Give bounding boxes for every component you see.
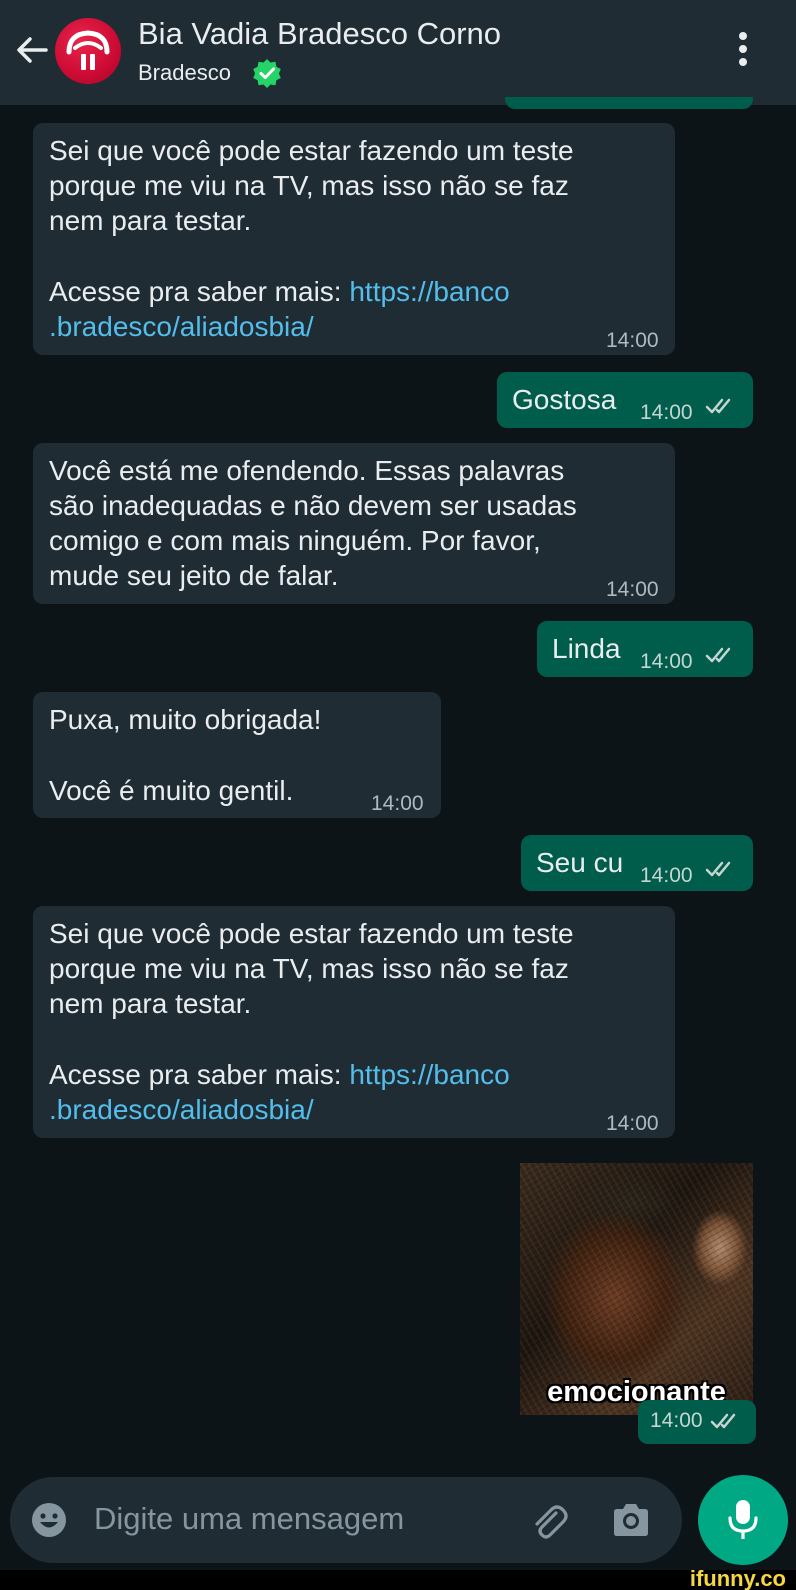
double-check-icon [705,647,731,663]
emoji-icon[interactable] [30,1501,68,1539]
double-check-icon [710,1413,736,1429]
message-text: Seu cu [536,847,624,878]
message-time: 14:00 [650,1409,703,1432]
message-bubble-outgoing[interactable]: Linda 14:00 [537,621,753,677]
message-text: comigo e com mais ninguém. Por favor, [49,525,541,556]
message-time: 14:00 [640,864,693,887]
message-link[interactable]: .bradesco/aliadosbia/ [49,1092,314,1127]
message-text: Linda [552,633,621,664]
message-input[interactable]: Digite uma mensagem [94,1501,404,1537]
message-text: Sei que você pode estar fazendo um teste [49,918,574,949]
message-text: são inadequadas e não devem ser usadas [49,490,577,521]
message-text: mude seu jeito de falar. [49,560,339,591]
message-text: nem para testar. [49,988,252,1019]
contact-name[interactable]: Bia Vadia Bradesco Corno [138,16,501,52]
message-text: Você está me ofendendo. Essas palavras [49,455,565,486]
avatar[interactable] [55,18,121,84]
message-text: porque me viu na TV, mas isso não se faz [49,953,569,984]
more-options-icon[interactable] [733,28,753,76]
message-text: Acesse pra saber mais: https://banco [49,274,510,309]
message-composer[interactable]: Digite uma mensagem [10,1477,682,1563]
watermark: ifunny.co [689,1566,786,1590]
message-time: 14:00 [606,329,659,352]
image-message[interactable]: emocionante [520,1163,753,1415]
message-link[interactable]: .bradesco/aliadosbia/ [49,309,314,344]
message-text-prefix: Acesse pra saber mais: [49,276,350,307]
bradesco-logo-icon [66,30,110,70]
message-text: Gostosa [512,384,617,415]
back-arrow-icon[interactable] [12,30,52,70]
message-time: 14:00 [371,792,424,815]
message-link[interactable]: https://banco [349,1059,509,1090]
message-text: porque me viu na TV, mas isso não se faz [49,170,569,201]
double-check-icon [705,398,731,414]
chat-header: Bia Vadia Bradesco Corno Bradesco [0,0,796,105]
camera-icon[interactable] [610,1500,652,1540]
message-text-prefix: Acesse pra saber mais: [49,1059,350,1090]
message-bubble-outgoing[interactable]: Seu cu 14:00 [521,835,753,891]
message-text: Acesse pra saber mais: https://banco [49,1057,510,1092]
message-text: Sei que você pode estar fazendo um teste [49,135,574,166]
message-time: 14:00 [606,1112,659,1135]
message-time: 14:00 [606,578,659,601]
message-text: Puxa, muito obrigada! [49,704,322,735]
attach-icon[interactable] [525,1497,571,1543]
message-time: 14:00 [640,401,693,424]
message-bubble-incoming[interactable]: Você está me ofendendo. Essas palavras s… [33,443,675,604]
message-bubble-incoming[interactable]: Sei que você pode estar fazendo um teste… [33,906,675,1138]
verified-icon [252,58,282,88]
message-text: Você é muito gentil. [49,775,294,806]
message-time: 14:00 [640,650,693,673]
double-check-icon [705,861,731,877]
message-bubble-outgoing[interactable]: Gostosa 14:00 [497,372,753,428]
message-text: nem para testar. [49,205,252,236]
contact-status[interactable]: Bradesco [138,60,231,86]
mic-icon [728,1500,758,1539]
message-link[interactable]: https://banco [349,276,509,307]
image-message-time-badge: 14:00 [638,1400,756,1444]
message-bubble-incoming[interactable]: Puxa, muito obrigada! Você é muito genti… [33,692,441,818]
message-bubble-incoming[interactable]: Sei que você pode estar fazendo um teste… [33,123,675,355]
previous-message-edge [505,97,753,109]
mic-button[interactable] [698,1475,788,1565]
bottom-strip [0,1570,796,1590]
